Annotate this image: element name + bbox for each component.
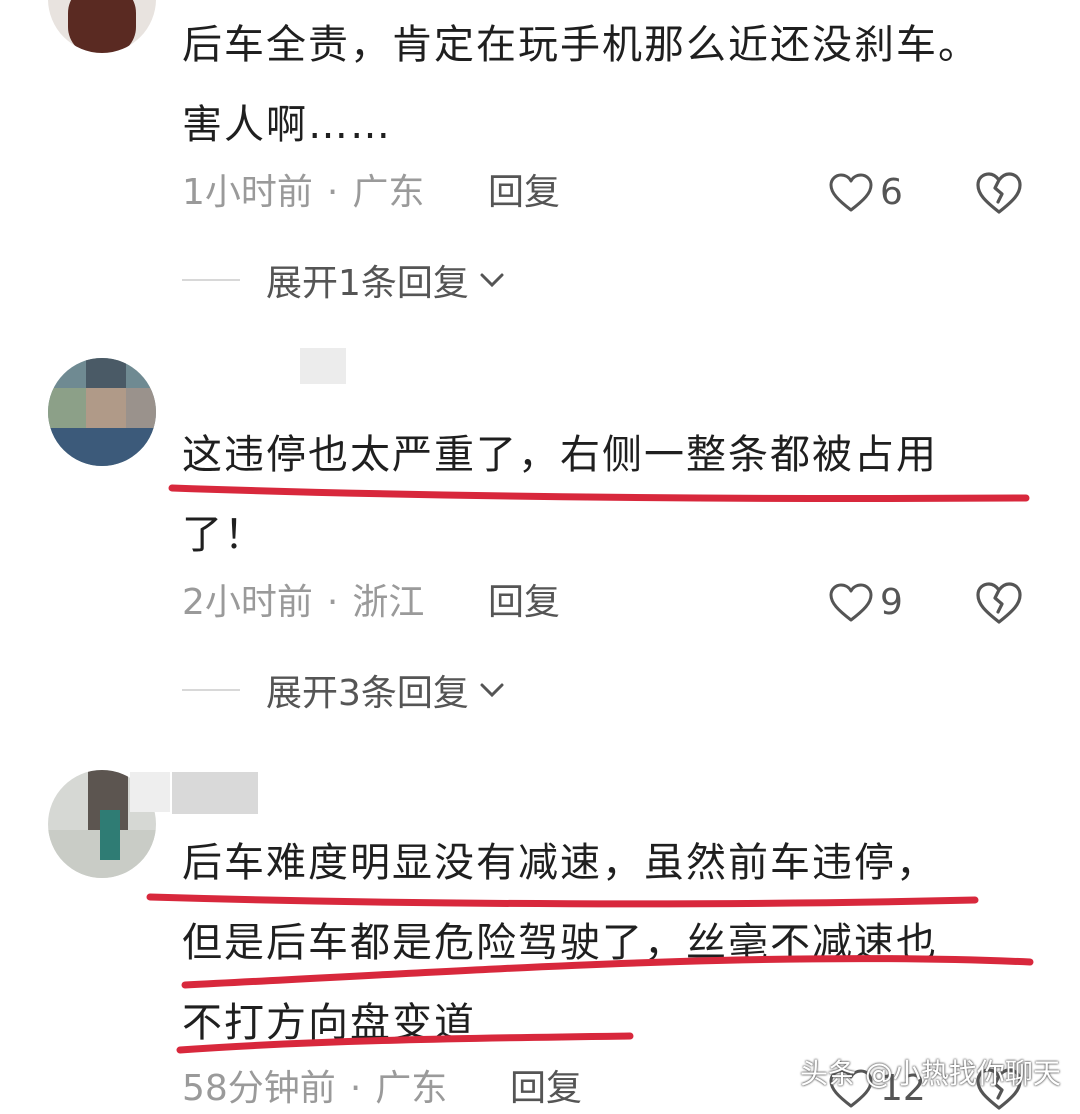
comment-text-line-2: 但是后车都是危险驾驶了，丝毫不减速也 <box>182 920 938 966</box>
username-blurred <box>130 772 170 812</box>
like-button[interactable]: 6 <box>828 168 903 218</box>
comment-text-line-2: 了！ <box>182 512 266 558</box>
like-count: 9 <box>880 582 903 623</box>
expand-replies-label: 展开3条回复 <box>266 673 469 714</box>
comment-time: 2小时前 <box>182 582 313 623</box>
comment-meta: 2小时前 · 浙江 <box>182 578 424 628</box>
chevron-down-icon <box>480 683 504 698</box>
expand-replies-label: 展开1条回复 <box>266 263 469 304</box>
expand-replies-button[interactable]: 展开3条回复 <box>182 665 507 715</box>
watermark: 头条 @小热找你聊天 <box>800 1057 1061 1090</box>
comment-text-line-3: 不打方向盘变道 <box>182 1000 476 1046</box>
avatar[interactable] <box>48 358 156 466</box>
comment-location: 浙江 <box>352 582 425 623</box>
meta-separator: · <box>349 1068 362 1109</box>
username-blurred <box>172 772 258 814</box>
like-button[interactable]: 9 <box>828 578 903 628</box>
comment-time: 1小时前 <box>182 172 313 213</box>
comment-text-line-2: 害人啊…… <box>182 102 392 148</box>
expand-replies-button[interactable]: 展开1条回复 <box>182 255 507 305</box>
meta-separator: · <box>326 172 339 213</box>
reply-button[interactable]: 回复 <box>488 168 560 218</box>
divider <box>182 689 240 691</box>
chevron-down-icon <box>480 273 504 288</box>
username-blurred <box>300 348 346 384</box>
comment-location: 广东 <box>375 1068 448 1109</box>
reply-button[interactable]: 回复 <box>510 1064 582 1114</box>
broken-heart-icon[interactable] <box>974 578 1024 628</box>
comment-text-line-1: 这违停也太严重了，右侧一整条都被占用 <box>182 432 938 478</box>
reply-button[interactable]: 回复 <box>488 578 560 628</box>
comment-location: 广东 <box>352 172 425 213</box>
comment-text-line-1: 后车全责，肯定在玩手机那么近还没刹车。 <box>182 22 980 68</box>
like-count: 6 <box>880 172 903 213</box>
meta-separator: · <box>326 582 339 623</box>
divider <box>182 279 240 281</box>
heart-outline-icon <box>829 173 873 212</box>
broken-heart-icon[interactable] <box>974 168 1024 218</box>
comment-meta: 58分钟前 · 广东 <box>182 1064 447 1114</box>
avatar[interactable] <box>48 0 156 53</box>
comment-meta: 1小时前 · 广东 <box>182 168 424 218</box>
comment-time: 58分钟前 <box>182 1068 336 1109</box>
heart-outline-icon <box>829 583 873 622</box>
comment-text-line-1: 后车难度明显没有减速，虽然前车违停， <box>182 840 938 886</box>
